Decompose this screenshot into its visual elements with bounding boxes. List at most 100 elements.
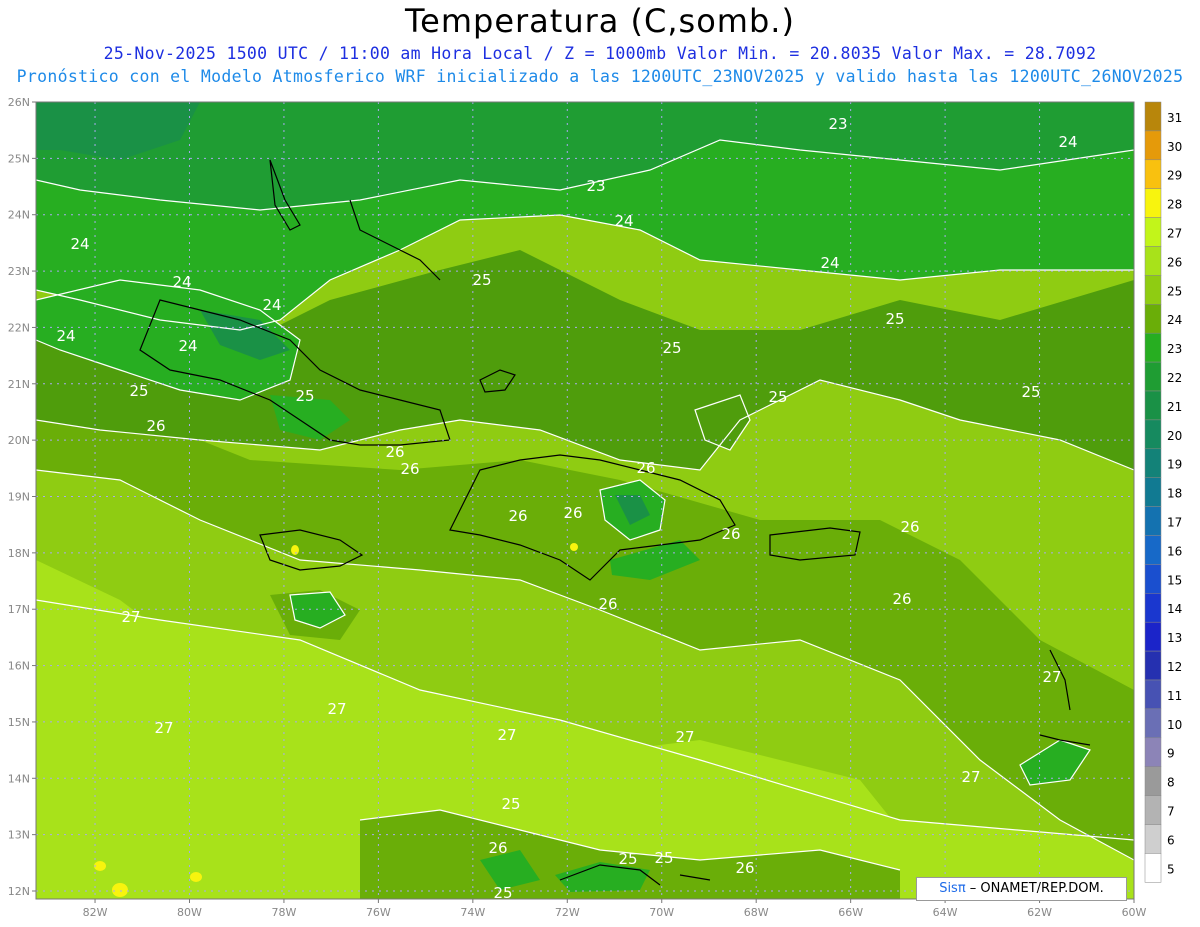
color-scale-swatch	[1144, 506, 1162, 536]
contour-value-label: 24	[1058, 133, 1077, 151]
lat-tick-label: 12N	[8, 885, 30, 898]
contour-value-label: 26	[900, 518, 919, 536]
credit-brand: Sisπ	[939, 881, 966, 896]
color-scale-swatch	[1144, 101, 1162, 132]
color-scale-label: 29	[1167, 169, 1182, 183]
color-scale-label: 18	[1167, 487, 1182, 501]
lon-tick-label: 74W	[460, 906, 485, 919]
contour-value-label: 24	[56, 327, 75, 345]
contour-value-label: 25	[129, 382, 148, 400]
color-scale-swatch	[1144, 650, 1162, 681]
temperature-map: 26N 25N 24N 23N 22N 21N 20N 19N 18N 17N 16N 15N 14N 1…	[8, 96, 1183, 919]
color-scale-swatch	[1144, 275, 1162, 305]
lat-tick-label: 23N	[8, 265, 30, 278]
color-scale-swatch	[1144, 419, 1162, 450]
color-scale-swatch	[1144, 535, 1162, 565]
lat-tick-label: 24N	[8, 209, 30, 222]
contour-value-label: 25	[472, 271, 491, 289]
contour-value-label: 26	[598, 595, 617, 613]
color-scale-swatch	[1144, 564, 1162, 594]
contour-value-label: 27	[675, 728, 694, 746]
color-scale-swatch	[1144, 390, 1162, 421]
longitude-axis: 82W 80W 78W 76W 74W 72W 70W 68W 66W 64W 62W 60W	[83, 899, 1147, 919]
color-scale-swatch	[1144, 477, 1162, 507]
lon-tick-label: 70W	[649, 906, 674, 919]
contour-value-label: 26	[488, 839, 507, 857]
color-scale-label: 23	[1167, 342, 1182, 356]
color-scale-swatch	[1144, 448, 1162, 478]
color-scale-label: 13	[1167, 631, 1182, 645]
lat-tick-label: 26N	[8, 96, 30, 109]
lon-tick-label: 78W	[271, 906, 296, 919]
color-scale-label: 12	[1167, 660, 1182, 674]
contour-value-label: 25	[1021, 383, 1040, 401]
contour-value-label: 25	[501, 795, 520, 813]
color-scale-label: 8	[1167, 776, 1175, 790]
lon-tick-label: 64W	[933, 906, 958, 919]
color-scale-label: 19	[1167, 458, 1182, 472]
contour-value-label: 26	[892, 590, 911, 608]
contour-value-label: 25	[654, 849, 673, 867]
color-scale-swatch	[1144, 737, 1162, 767]
contour-value-label: 27	[961, 768, 980, 786]
credit-text: – ONAMET/REP.DOM.	[965, 881, 1104, 896]
color-scale-swatch	[1144, 361, 1162, 392]
color-scale-label: 30	[1167, 140, 1182, 154]
color-scale-swatch	[1144, 593, 1162, 623]
color-scale-swatch	[1144, 708, 1162, 739]
color-scale-label: 5	[1167, 862, 1175, 876]
contour-value-label: 24	[820, 254, 839, 272]
contour-value-label: 27	[154, 719, 173, 737]
lon-tick-label: 72W	[555, 906, 580, 919]
contour-value-label: 27	[121, 608, 140, 626]
contour-value-label: 24	[262, 296, 281, 314]
contour-value-label: 24	[172, 273, 191, 291]
lon-tick-label: 80W	[177, 906, 202, 919]
contour-value-label: 26	[636, 459, 655, 477]
contour-value-label: 23	[828, 115, 847, 133]
color-scale-label: 27	[1167, 226, 1182, 240]
color-scale-label: 15	[1167, 573, 1182, 587]
color-scale-label: 16	[1167, 544, 1182, 558]
color-scale-label: 14	[1167, 602, 1182, 616]
contour-value-label: 25	[768, 388, 787, 406]
lon-tick-label: 66W	[838, 906, 863, 919]
contour-value-label: 26	[385, 443, 404, 461]
color-scale-label: 21	[1167, 400, 1182, 414]
color-scale-swatch	[1144, 795, 1162, 825]
lat-tick-label: 17N	[8, 603, 30, 616]
lat-tick-label: 22N	[8, 321, 30, 334]
color-scale-label: 6	[1167, 833, 1175, 847]
color-scale-swatch	[1144, 853, 1162, 883]
color-scale-label: 31	[1167, 111, 1182, 125]
lat-tick-label: 19N	[8, 491, 30, 504]
contour-value-label: 25	[618, 850, 637, 868]
contour-value-label: 26	[400, 460, 419, 478]
contour-value-label: 25	[493, 884, 512, 902]
contour-value-label: 24	[178, 337, 197, 355]
contour-value-label: 26	[721, 525, 740, 543]
contour-value-label: 24	[70, 235, 89, 253]
contour-value-label: 23	[586, 177, 605, 195]
color-scale-swatch	[1144, 679, 1162, 710]
contour-value-label: 26	[146, 417, 165, 435]
lat-tick-label: 21N	[8, 378, 30, 391]
color-scale-label: 17	[1167, 515, 1182, 529]
contour-value-label: 26	[735, 859, 754, 877]
color-scale-bar: 31 30 29 28 27 26 25 24 23 22 21 20 19 18 17 16 15 14 13 12…	[1144, 101, 1182, 883]
color-scale-swatch	[1144, 332, 1162, 363]
lat-tick-label: 18N	[8, 547, 30, 560]
color-scale-label: 20	[1167, 429, 1182, 443]
lat-tick-label: 25N	[8, 152, 30, 165]
lon-tick-label: 60W	[1122, 906, 1147, 919]
color-scale-swatch	[1144, 130, 1162, 161]
color-scale-label: 26	[1167, 255, 1182, 269]
color-scale-label: 9	[1167, 747, 1175, 761]
color-scale-swatch	[1144, 766, 1162, 796]
color-scale-label: 25	[1167, 284, 1182, 298]
contour-value-label: 25	[885, 310, 904, 328]
lat-tick-label: 16N	[8, 660, 30, 673]
color-scale-label: 11	[1167, 689, 1182, 703]
color-scale-label: 7	[1167, 804, 1175, 818]
color-scale-label: 24	[1167, 313, 1182, 327]
